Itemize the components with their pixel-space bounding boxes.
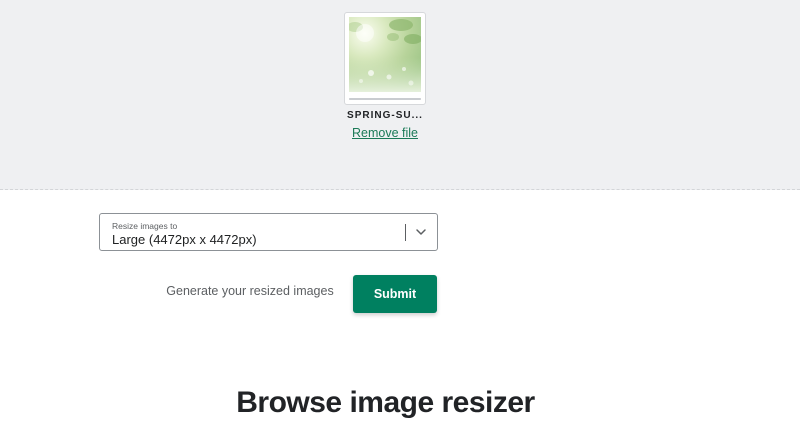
remove-file-link[interactable]: Remove file (320, 126, 450, 140)
upload-dropzone[interactable]: SPRING-SU... Remove file (0, 0, 800, 190)
upload-progress-track (349, 98, 421, 100)
upload-progress-fill (349, 98, 421, 100)
select-label: Resize images to (112, 221, 178, 231)
select-value: Large (4472px x 4472px) (112, 232, 257, 247)
section-heading: Browse image resizer (236, 386, 535, 419)
chevron-down-icon[interactable] (413, 224, 429, 240)
submit-button[interactable]: Submit (353, 275, 437, 313)
helper-text: Generate your resized images (166, 284, 334, 298)
resize-size-select[interactable]: Resize images to Large (4472px x 4472px) (99, 213, 438, 251)
file-name: SPRING-SU... (347, 110, 423, 121)
file-preview-card (344, 12, 426, 105)
select-divider (405, 224, 406, 241)
spring-nature-thumbnail-icon (349, 17, 421, 92)
